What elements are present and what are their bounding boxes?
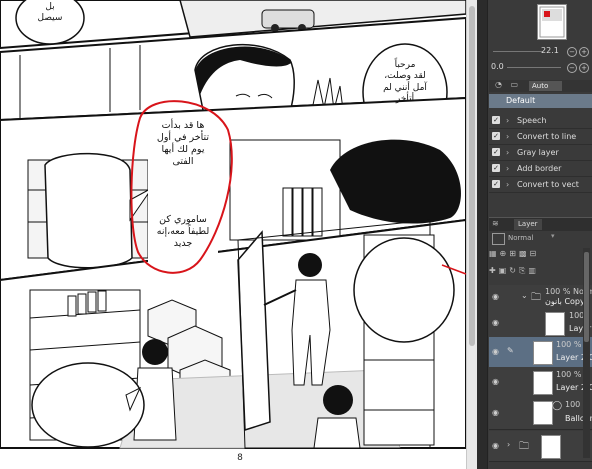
layer-thumbnail [533,341,553,365]
blend-mode-select[interactable]: Normal [508,233,548,244]
checkmark-icon[interactable]: ✓ [492,180,500,188]
checkmark-icon[interactable]: ✓ [492,148,500,156]
layer-panel-scrollbar[interactable] [583,248,590,458]
eye-icon[interactable]: ◉ [492,408,499,417]
palette-tab-icon[interactable]: ◔ [495,80,502,89]
layer-folder-row[interactable]: ◉ › 🗀 [489,431,592,462]
blend-mode-row: Normal ▾ [489,232,592,246]
bubble-text-top-left: بل سيصل [37,2,63,24]
layer-row[interactable]: ◉ ✎ 100 % N Layer 2 C [489,337,592,368]
tab-auto-actions[interactable]: Auto [529,81,562,91]
layer-tools-row-2: ✚▣↻⎘▥ [489,266,592,279]
eye-icon[interactable]: ◉ [492,292,499,301]
layer-row[interactable]: ◉ 100 % N Layer 2 C [489,367,592,398]
action-item-gray-layer[interactable]: ✓ › Gray layer [489,145,592,161]
action-item-speech[interactable]: ✓ › Speech [489,113,592,129]
action-item-convert-line[interactable]: ✓ › Convert to line [489,129,592,145]
increase-opacity-icon[interactable]: + [579,63,589,73]
navigator-thumbnail[interactable] [537,4,567,40]
increase-size-icon[interactable]: + [579,47,589,57]
right-panel: 22.1 − + 0.0 − + ◔ ▭ Auto Default ✓ › Sp… [477,0,592,469]
checkmark-icon[interactable]: ✓ [492,116,500,124]
folder-icon: 🗀 [519,441,529,452]
blend-swatch-icon[interactable] [492,233,505,245]
chevron-right-icon[interactable]: › [506,129,509,144]
eye-icon[interactable]: ◉ [492,347,499,356]
layer-opacity: 100 [565,400,581,409]
eye-icon[interactable]: ◉ [492,318,499,327]
pen-icon: ✎ [507,346,514,355]
chevron-right-icon[interactable]: › [506,161,509,176]
chevron-right-icon[interactable]: › [506,113,509,128]
eye-icon[interactable]: ◉ [492,377,499,386]
collapsed-palette-strip[interactable] [477,0,488,469]
layer-tools-row-1: ▦⊕⊞▩⊟ [489,249,592,262]
brush-size-value: 22.1 [541,46,559,55]
decrease-opacity-icon[interactable]: − [567,63,577,73]
manga-canvas[interactable]: بل سيصل مرحباً لقد وصلت، آمل أنني لم أتأ… [0,0,477,469]
layer-opacity: 100 [569,311,585,320]
palette-tab-icon[interactable]: ▭ [511,80,519,89]
chevron-down-icon[interactable]: ▾ [551,232,555,240]
action-item-convert-vector[interactable]: ✓ › Convert to vect [489,177,592,193]
layer-scroll-thumb[interactable] [584,252,589,342]
layer-palette-header: ≋ Layer [489,217,592,231]
folder-icon: 🗀 [531,292,541,303]
layer-thumbnail [541,435,561,459]
checkmark-icon[interactable]: ✓ [492,132,500,140]
layer-row[interactable]: ◉ 100 Layer 3 [489,309,592,338]
action-item-add-border[interactable]: ✓ › Add border [489,161,592,177]
bubble-text-be-nice: ساموري كن لطيفاً معه،إنه جديد [156,214,210,249]
layer-folder-row[interactable]: ◉ ⌄ 🗀 100 % Norm بانون Copy [489,285,592,310]
opacity-slider[interactable]: 0.0 − + [489,62,589,73]
brush-size-slider[interactable]: 22.1 − + [489,46,589,57]
tab-layer[interactable]: Layer [514,219,542,230]
folder-name: بانون Copy [545,297,585,306]
chevron-right-icon[interactable]: › [507,440,510,449]
layer-thumbnail [533,401,553,425]
bubble-text-greeting: مرحباً لقد وصلت، آمل أنني لم أتأخر [383,60,427,104]
chevron-right-icon[interactable]: › [506,177,509,192]
layer-tool-icon[interactable]: ✚▣↻⎘▥ [489,266,539,275]
balloon-icon: ◯ [552,401,563,411]
canvas-scroll-thumb[interactable] [469,6,475,346]
page-number: 8 [237,453,243,463]
eye-icon[interactable]: ◉ [492,441,499,450]
bubble-text-late: ها قد بدأت تتأخر في أول يوم لك أيها الفت… [156,120,210,167]
canvas-vertical-scrollbar[interactable] [466,0,477,469]
opacity-value: 0.0 [491,62,504,71]
layer-thumbnail [533,371,553,395]
chevron-down-icon[interactable]: ⌄ [521,291,528,300]
checkmark-icon[interactable]: ✓ [492,164,500,172]
layers-icon: ≋ [492,219,499,228]
layer-tool-icon[interactable]: ▦⊕⊞▩⊟ [489,249,539,258]
layer-thumbnail [545,312,565,336]
decrease-size-icon[interactable]: − [567,47,577,57]
chevron-right-icon[interactable]: › [506,145,509,160]
action-set-default[interactable]: Default [489,94,592,108]
layer-row[interactable]: ◉ ◯ 100 Balloon [489,397,592,430]
